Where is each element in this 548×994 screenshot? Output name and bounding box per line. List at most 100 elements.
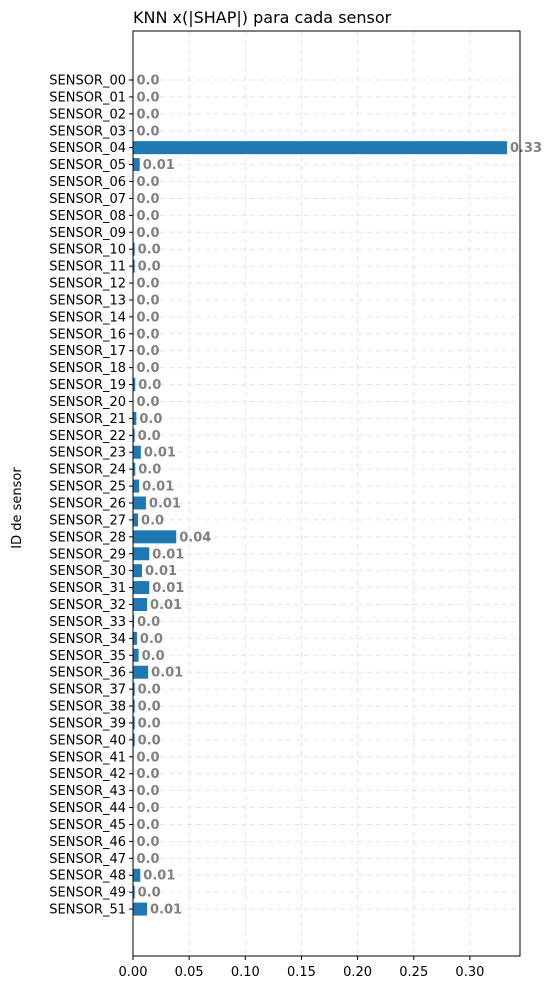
y-tick-label: SENSOR_43 — [49, 784, 126, 799]
y-tick-label: SENSOR_11 — [49, 260, 126, 275]
data-label: 0.01 — [152, 581, 184, 596]
bar — [133, 598, 148, 612]
y-tick-label: SENSOR_25 — [49, 480, 126, 495]
y-tick-label: SENSOR_24 — [49, 463, 126, 478]
y-tick-label: SENSOR_32 — [49, 598, 126, 613]
y-tick-label: SENSOR_42 — [49, 767, 126, 782]
y-tick-label: SENSOR_27 — [49, 513, 126, 528]
bar — [133, 902, 148, 916]
data-label: 0.0 — [137, 344, 160, 359]
y-tick-label: SENSOR_31 — [49, 581, 126, 596]
data-label: 0.0 — [137, 226, 160, 241]
y-tick-label: SENSOR_03 — [49, 124, 126, 139]
y-tick-label: SENSOR_09 — [49, 226, 126, 241]
data-label: 0.0 — [138, 733, 161, 748]
y-tick-label: SENSOR_30 — [49, 564, 126, 579]
bar — [133, 530, 177, 544]
bar — [133, 564, 142, 578]
data-label: 0.0 — [137, 784, 160, 799]
data-label: 0.0 — [137, 615, 160, 630]
y-tick-label: SENSOR_05 — [49, 158, 126, 173]
data-label: 0.0 — [137, 835, 160, 850]
data-label: 0.01 — [145, 564, 177, 579]
data-label: 0.0 — [138, 378, 161, 393]
chart-title: KNN x(|SHAP|) para cada sensor — [133, 8, 392, 27]
data-label: 0.0 — [137, 192, 160, 207]
data-label: 0.0 — [137, 310, 160, 325]
y-tick-label: SENSOR_23 — [49, 446, 126, 461]
y-tick-label: SENSOR_26 — [49, 497, 126, 512]
data-label: 0.01 — [143, 158, 175, 173]
data-label: 0.0 — [137, 852, 160, 867]
y-tick-label: SENSOR_37 — [49, 683, 126, 698]
x-tick-label: 0.20 — [343, 965, 372, 980]
y-tick-label: SENSOR_19 — [49, 378, 126, 393]
y-tick-label: SENSOR_21 — [49, 412, 126, 427]
bar — [133, 513, 139, 527]
data-label: 0.0 — [137, 209, 160, 224]
bar — [133, 445, 141, 459]
data-label: 0.0 — [141, 513, 164, 528]
data-label: 0.01 — [151, 666, 183, 681]
x-tick-label: 0.05 — [175, 965, 204, 980]
data-label: 0.0 — [137, 767, 160, 782]
bar — [133, 158, 140, 172]
data-label: 0.0 — [138, 886, 161, 901]
y-tick-label: SENSOR_20 — [49, 395, 126, 410]
y-tick-label: SENSOR_18 — [49, 361, 126, 376]
y-tick-label: SENSOR_13 — [49, 293, 126, 308]
bar — [133, 411, 137, 425]
y-tick-label: SENSOR_41 — [49, 750, 126, 765]
y-tick-label: SENSOR_02 — [49, 107, 126, 122]
y-tick-label: SENSOR_49 — [49, 886, 126, 901]
data-label: 0.0 — [137, 293, 160, 308]
data-label: 0.0 — [137, 818, 160, 833]
y-tick-label: SENSOR_07 — [49, 192, 126, 207]
data-label: 0.0 — [138, 463, 161, 478]
bar — [133, 665, 149, 679]
data-label: 0.0 — [138, 429, 161, 444]
y-tick-label: SENSOR_14 — [49, 310, 126, 325]
y-tick-label: SENSOR_10 — [49, 243, 126, 258]
data-label: 0.0 — [138, 716, 161, 731]
bar — [133, 141, 507, 155]
y-tick-label: SENSOR_45 — [49, 818, 126, 833]
data-label: 0.01 — [150, 903, 182, 918]
data-label: 0.0 — [137, 277, 160, 292]
y-tick-label: SENSOR_39 — [49, 716, 126, 731]
bar — [133, 479, 140, 493]
bar — [133, 547, 150, 561]
bar — [133, 868, 141, 882]
data-label: 0.0 — [138, 260, 161, 275]
x-tick-label: 0.30 — [455, 965, 484, 980]
y-tick-label: SENSOR_29 — [49, 547, 126, 562]
x-tick-label: 0.00 — [119, 965, 148, 980]
y-tick-label: SENSOR_17 — [49, 344, 126, 359]
y-tick-label: SENSOR_22 — [49, 429, 126, 444]
data-label: 0.01 — [152, 547, 184, 562]
y-tick-label: SENSOR_35 — [49, 649, 126, 664]
data-label: 0.0 — [137, 90, 160, 105]
y-tick-label: SENSOR_04 — [49, 141, 126, 156]
y-tick-label: SENSOR_48 — [49, 869, 126, 884]
data-label: 0.01 — [150, 598, 182, 613]
y-tick-label: SENSOR_01 — [49, 90, 126, 105]
y-tick-label: SENSOR_44 — [49, 801, 126, 816]
x-tick-label: 0.10 — [231, 965, 260, 980]
data-label: 0.0 — [137, 361, 160, 376]
y-tick-label: SENSOR_38 — [49, 700, 126, 715]
data-label: 0.0 — [138, 243, 161, 258]
x-tick-label: 0.25 — [399, 965, 428, 980]
data-label: 0.04 — [179, 530, 211, 545]
data-label: 0.0 — [142, 649, 165, 664]
y-tick-label: SENSOR_51 — [49, 903, 126, 918]
bar — [133, 581, 150, 595]
bar — [133, 631, 137, 645]
data-label: 0.0 — [137, 395, 160, 410]
data-label: 0.01 — [149, 497, 181, 512]
y-tick-label: SENSOR_34 — [49, 632, 126, 647]
y-tick-label: SENSOR_00 — [49, 74, 126, 89]
y-tick-label: SENSOR_08 — [49, 209, 126, 224]
y-axis-title: ID de sensor — [10, 467, 25, 549]
y-axis-ticks: SENSOR_00SENSOR_01 SENSOR_02 SENSOR_03 SENS… — [49, 74, 133, 918]
